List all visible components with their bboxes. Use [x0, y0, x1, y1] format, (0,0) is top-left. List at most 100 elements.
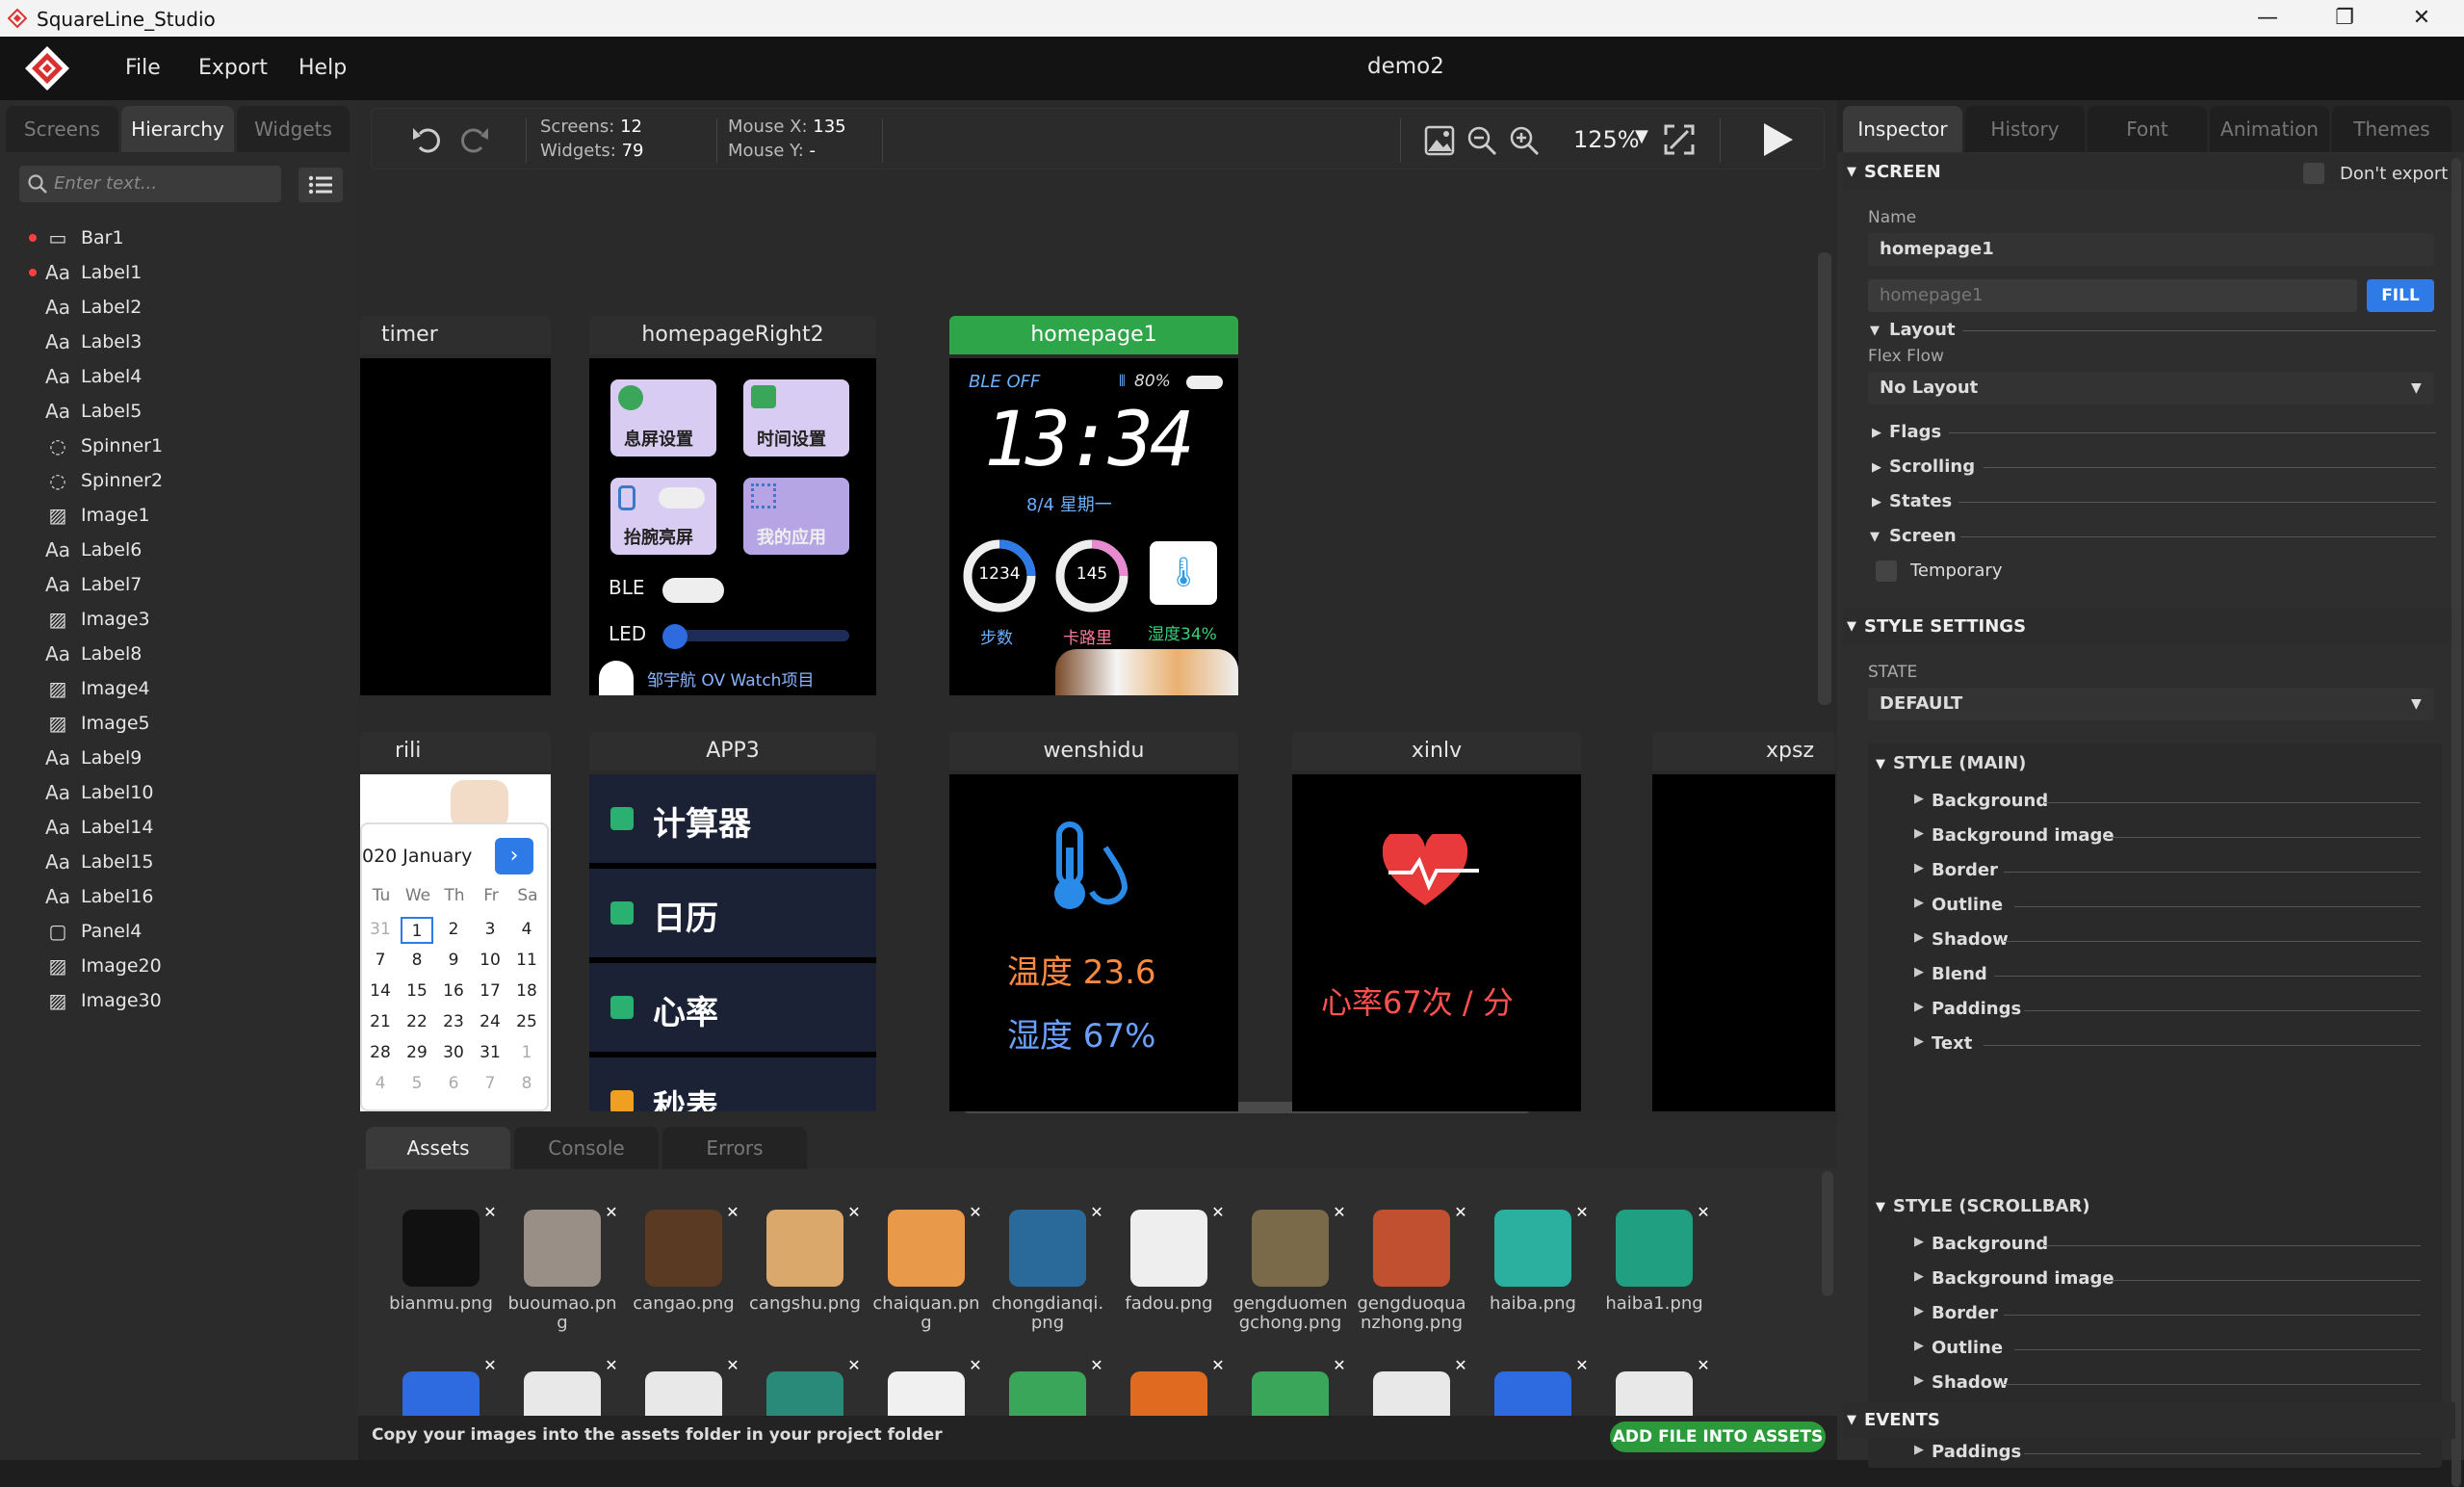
style-property-row[interactable]: ▶ Background [1837, 788, 2453, 817]
tab-console[interactable]: Console [514, 1127, 659, 1169]
tree-item[interactable]: Aa Label4 [0, 360, 358, 393]
background-image-icon[interactable] [1423, 124, 1456, 157]
tree-item[interactable]: Aa Label3 [0, 326, 358, 358]
states-section[interactable]: States [1889, 491, 1952, 511]
style-property-row[interactable]: ▶ Shadow [1837, 1370, 2453, 1398]
asset-item[interactable]: gengduomengchong.png ✕ [1232, 1202, 1348, 1356]
asset-item[interactable]: ✕ [1596, 1356, 1712, 1416]
tree-item[interactable]: Aa Label7 [0, 568, 358, 601]
asset-item[interactable]: chaiquan.png ✕ [869, 1202, 984, 1356]
events-header[interactable]: EVENTS [1843, 1402, 2455, 1439]
style-property-row[interactable]: ▶ Background [1837, 1231, 2453, 1260]
tree-item[interactable]: Aa Label2 [0, 291, 358, 324]
tab-widgets[interactable]: Widgets [237, 106, 350, 152]
tree-item[interactable]: ▨ Image20 [0, 950, 358, 982]
tab-hierarchy[interactable]: Hierarchy [121, 106, 234, 152]
zoom-out-icon[interactable] [1465, 124, 1498, 157]
fill-input[interactable]: homepage1 [1868, 279, 2357, 312]
remove-asset-icon[interactable]: ✕ [843, 1202, 865, 1223]
style-property-row[interactable]: ▶ Border [1837, 857, 2453, 886]
remove-asset-icon[interactable]: ✕ [480, 1356, 499, 1377]
remove-asset-icon[interactable]: ✕ [1329, 1356, 1348, 1377]
minimize-button[interactable]: — [2239, 4, 2296, 33]
screen-preview-timer[interactable] [360, 358, 551, 695]
flex-flow-select[interactable]: No Layout ▼ [1868, 372, 2434, 404]
remove-asset-icon[interactable]: ✕ [1693, 1356, 1712, 1377]
screen-title-homepage1[interactable]: homepage1 [949, 316, 1238, 354]
style-property-row[interactable]: ▶ Outline [1837, 1335, 2453, 1364]
list-view-button[interactable] [298, 168, 343, 202]
screen-title-homepageright2[interactable]: homepageRight2 [589, 316, 876, 354]
asset-item[interactable]: ✕ [1354, 1356, 1469, 1416]
state-select[interactable]: DEFAULT ▼ [1868, 688, 2434, 720]
dont-export-checkbox[interactable] [2303, 163, 2324, 184]
screen-subsection[interactable]: Screen [1889, 526, 1957, 546]
tree-item[interactable]: Aa Label10 [0, 776, 358, 809]
tree-item[interactable]: ▢ Panel4 [0, 915, 358, 948]
remove-asset-icon[interactable]: ✕ [965, 1356, 984, 1377]
zoom-level-select[interactable]: 125% [1573, 126, 1640, 153]
style-property-row[interactable]: ▶ Paddings [1837, 1439, 2453, 1468]
screen-title-rili[interactable]: rili [360, 732, 551, 770]
style-property-row[interactable]: ▶ Background image [1837, 822, 2453, 851]
screen-title-xpsz[interactable]: xpsz [1652, 732, 1835, 770]
asset-item[interactable]: cangshu.png ✕ [747, 1202, 863, 1356]
squareline-logo-icon[interactable] [23, 44, 71, 92]
remove-asset-icon[interactable]: ✕ [601, 1202, 622, 1223]
remove-asset-icon[interactable]: ✕ [1086, 1356, 1105, 1377]
remove-asset-icon[interactable]: ✕ [965, 1202, 986, 1223]
chevron-down-icon[interactable]: ▼ [1635, 126, 1648, 146]
restore-button[interactable]: ❐ [2316, 4, 2373, 33]
close-button[interactable]: ✕ [2393, 4, 2451, 33]
remove-asset-icon[interactable]: ✕ [480, 1202, 501, 1223]
style-property-row[interactable]: ▶ Border [1837, 1300, 2453, 1329]
asset-item[interactable]: fadou.png ✕ [1111, 1202, 1227, 1356]
remove-asset-icon[interactable]: ✕ [1450, 1202, 1471, 1223]
asset-item[interactable]: buoumao.png ✕ [505, 1202, 620, 1356]
asset-item[interactable]: ✕ [505, 1356, 620, 1416]
tree-item[interactable]: Aa Label8 [0, 638, 358, 670]
redo-icon[interactable] [454, 120, 491, 157]
style-property-row[interactable]: ▶ Background image [1837, 1265, 2453, 1294]
zoom-in-icon[interactable] [1508, 124, 1541, 157]
tab-errors[interactable]: Errors [662, 1127, 807, 1169]
asset-item[interactable]: ✕ [1111, 1356, 1227, 1416]
tree-item[interactable]: ▨ Image30 [0, 984, 358, 1017]
remove-asset-icon[interactable]: ✕ [1329, 1202, 1350, 1223]
style-property-row[interactable]: ▶ Text [1837, 1030, 2453, 1059]
asset-item[interactable]: cangao.png ✕ [626, 1202, 741, 1356]
play-icon[interactable] [1758, 120, 1797, 159]
screen-title-wenshidu[interactable]: wenshidu [949, 732, 1238, 770]
screen-preview-app3[interactable]: 计算器 日历 心率 秒表 [589, 774, 876, 1111]
hierarchy-search-input[interactable]: Enter text... [19, 166, 281, 202]
remove-asset-icon[interactable]: ✕ [722, 1356, 741, 1377]
fill-button[interactable]: FILL [2367, 279, 2434, 312]
menu-file[interactable]: File [125, 56, 161, 80]
screen-preview-homepage1[interactable]: BLE OFF ⫴ 80% 13:34 8/4 星期一 1234 145 🌡 步… [949, 358, 1238, 695]
tree-item[interactable]: ◌ Spinner1 [0, 430, 358, 462]
remove-asset-icon[interactable]: ✕ [1571, 1202, 1593, 1223]
tree-item[interactable]: Aa Label6 [0, 534, 358, 566]
tree-item[interactable]: Aa Label5 [0, 395, 358, 428]
asset-item[interactable]: ✕ [990, 1356, 1105, 1416]
style-main-title[interactable]: STYLE (MAIN) [1893, 753, 2026, 773]
tab-inspector[interactable]: Inspector [1843, 106, 1962, 152]
asset-item[interactable]: ✕ [1475, 1356, 1591, 1416]
asset-item[interactable]: ✕ [626, 1356, 741, 1416]
asset-item[interactable]: chongdianqi.png ✕ [990, 1202, 1105, 1356]
undo-icon[interactable] [410, 120, 447, 157]
asset-item[interactable]: ✕ [869, 1356, 984, 1416]
screen-title-xinlv[interactable]: xinlv [1292, 732, 1581, 770]
style-property-row[interactable]: ▶ Blend [1837, 961, 2453, 990]
temporary-checkbox[interactable] [1876, 561, 1897, 582]
remove-asset-icon[interactable]: ✕ [1571, 1356, 1591, 1377]
assets-scrollbar[interactable] [1822, 1171, 1833, 1296]
tree-item[interactable]: ◌ Spinner2 [0, 464, 358, 497]
screen-title-timer[interactable]: timer [360, 316, 551, 354]
tree-item[interactable]: Aa Label1 [0, 256, 358, 289]
remove-asset-icon[interactable]: ✕ [1693, 1202, 1714, 1223]
style-property-row[interactable]: ▶ Shadow [1837, 926, 2453, 955]
tree-item[interactable]: Aa Label14 [0, 811, 358, 844]
style-settings-header[interactable]: STYLE SETTINGS [1843, 609, 2455, 645]
menu-help[interactable]: Help [298, 56, 347, 80]
